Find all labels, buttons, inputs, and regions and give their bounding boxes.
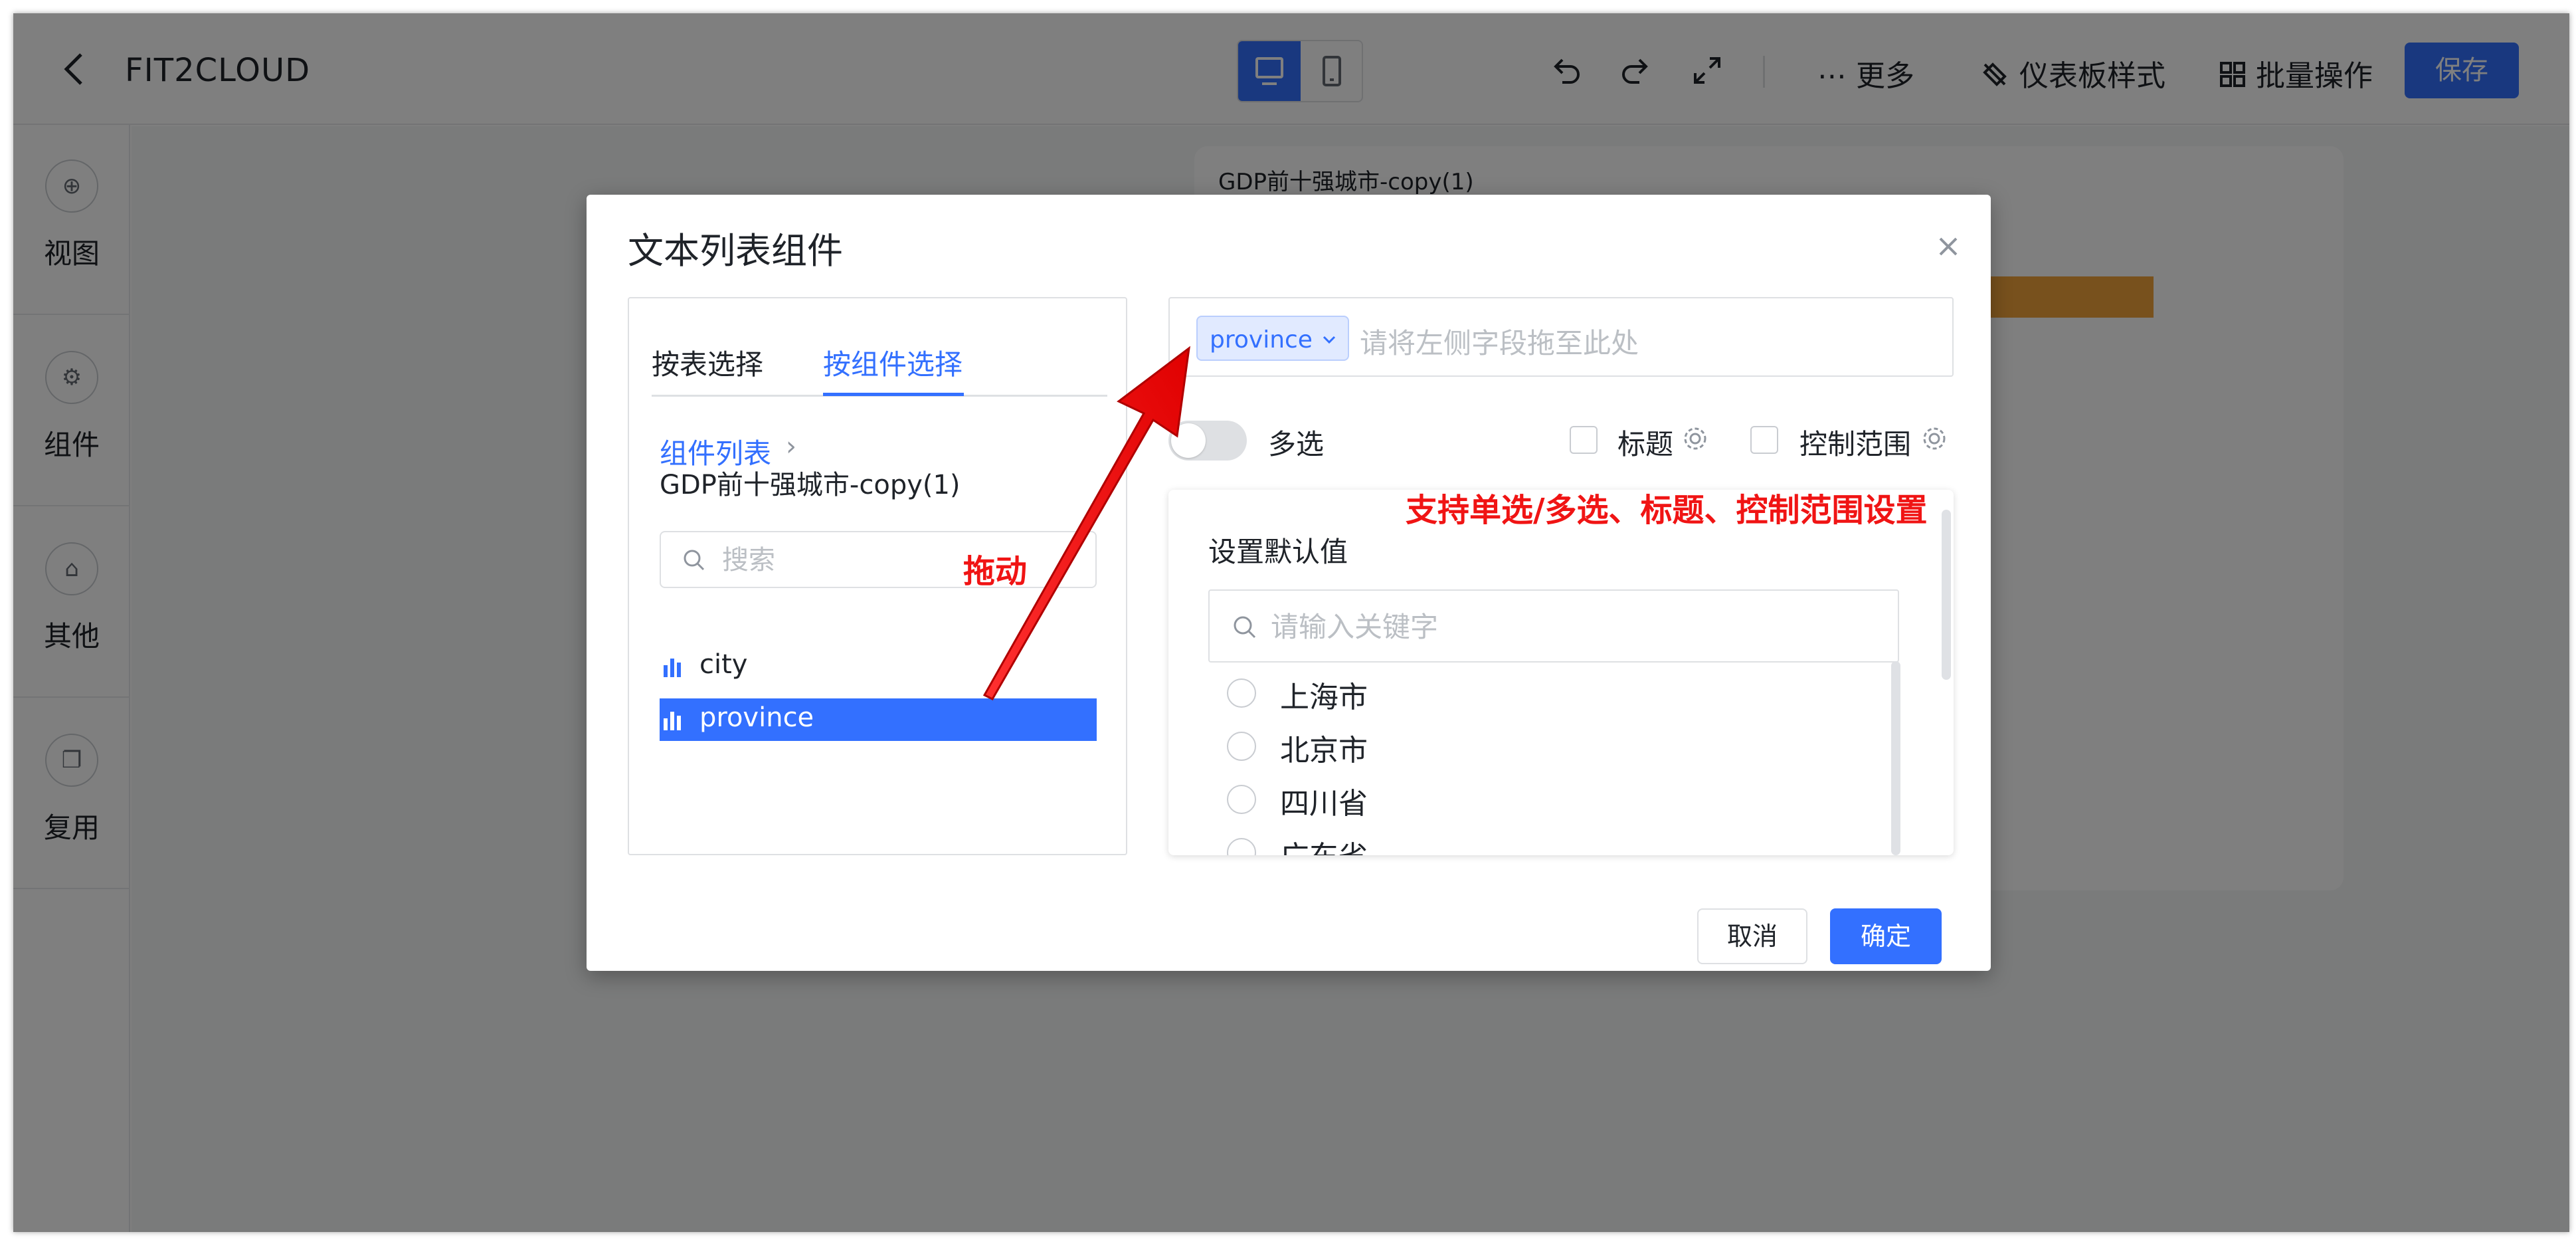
field-item-city[interactable]: city	[660, 645, 1097, 688]
close-icon	[1939, 237, 1958, 256]
chip-label: province	[1210, 326, 1313, 354]
scope-checkbox[interactable]	[1750, 426, 1778, 454]
multi-select-switch[interactable]	[1168, 421, 1247, 461]
title-checkbox-label: 标题	[1617, 428, 1674, 461]
field-label: city	[699, 649, 748, 680]
title-checkbox[interactable]	[1570, 426, 1598, 454]
default-value-title: 设置默认值	[1208, 536, 1348, 568]
drop-zone-hint: 请将左侧字段拖至此处	[1360, 327, 1639, 360]
option-item[interactable]: 上海市	[1227, 669, 1825, 716]
option-item[interactable]: 广东省	[1227, 829, 1825, 855]
option-label: 上海市	[1280, 680, 1368, 714]
options-scrollbar[interactable]	[1891, 661, 1900, 855]
switch-knob	[1171, 423, 1206, 458]
feature-annotation: 支持单选/多选、标题、控制范围设置	[1406, 492, 1928, 529]
search-icon	[1234, 616, 1256, 639]
bar-chart-icon	[664, 659, 681, 677]
multi-select-label: 多选	[1268, 428, 1325, 461]
field-item-province[interactable]: province	[660, 698, 1097, 741]
bar-chart-icon	[664, 712, 681, 730]
chevron-down-icon	[1323, 336, 1336, 344]
chevron-right-icon: ›	[786, 431, 796, 462]
selected-field-chip[interactable]: province	[1196, 316, 1349, 361]
option-item[interactable]: 北京市	[1227, 722, 1825, 769]
search-icon	[684, 550, 705, 571]
field-drop-zone[interactable]: province 请将左侧字段拖至此处	[1168, 297, 1954, 377]
confirm-button[interactable]: 确定	[1830, 908, 1942, 964]
option-label: 广东省	[1280, 833, 1368, 855]
scope-checkbox-label: 控制范围	[1799, 428, 1912, 461]
option-label: 四川省	[1280, 787, 1368, 821]
radio-button[interactable]	[1227, 838, 1256, 855]
field-label: province	[699, 702, 814, 733]
radio-button[interactable]	[1227, 678, 1256, 708]
settings-icon[interactable]	[1681, 425, 1709, 453]
keyword-search-input[interactable]	[1271, 609, 1869, 644]
keyword-search-box	[1208, 589, 1899, 663]
option-label: 北京市	[1280, 734, 1368, 768]
breadcrumb-current: GDP前十强城市-copy(1)	[660, 470, 961, 500]
source-tabs: 按表选择 按组件选择	[652, 337, 1107, 397]
radio-button[interactable]	[1227, 732, 1256, 761]
field-search-box	[660, 531, 1097, 588]
text-list-component-dialog: 文本列表组件 按表选择 按组件选择 组件列表 › GDP前十强城市-copy(1…	[587, 195, 1991, 971]
field-source-panel: 按表选择 按组件选择 组件列表 › GDP前十强城市-copy(1) city …	[628, 297, 1127, 855]
panel-scrollbar[interactable]	[1942, 510, 1951, 680]
settings-icon[interactable]	[1920, 425, 1948, 453]
active-tab-indicator	[823, 393, 964, 396]
tab-by-table[interactable]: 按表选择	[652, 342, 763, 383]
option-item[interactable]: 四川省	[1227, 775, 1825, 822]
cancel-button[interactable]: 取消	[1697, 908, 1807, 964]
close-button[interactable]	[1928, 227, 1968, 266]
default-value-panel: 设置默认值 上海市 北京市 四川省 广东省	[1168, 490, 1954, 855]
radio-button[interactable]	[1227, 785, 1256, 814]
tab-by-component[interactable]: 按组件选择	[823, 342, 963, 383]
drag-annotation: 拖动	[963, 553, 1028, 590]
dialog-title: 文本列表组件	[628, 230, 843, 272]
app-window: FIT2CLOUD ⋯ 更多 仪表板样式 批量操作 保存	[13, 13, 2569, 1232]
